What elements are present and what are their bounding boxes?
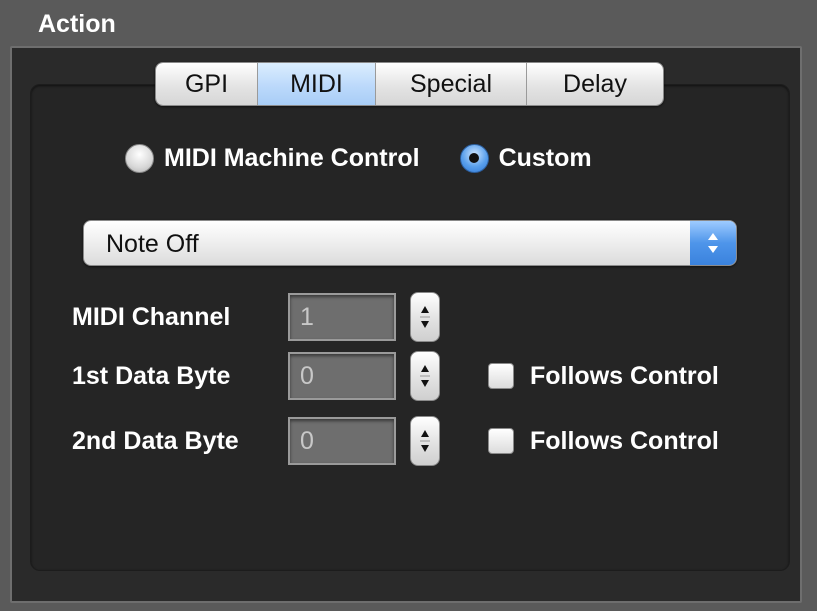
radio-option-custom[interactable]: Custom — [459, 143, 592, 173]
follows-control-2[interactable]: Follows Control — [488, 427, 719, 456]
data-byte-1-field[interactable]: 0 — [288, 352, 396, 400]
radio-label-mmc: MIDI Machine Control — [164, 143, 420, 172]
radio-label-custom: Custom — [498, 143, 592, 172]
up-down-arrows-icon[interactable] — [690, 221, 736, 265]
data-byte-2-row: 2nd Data Byte 0 Follows Control — [72, 415, 719, 467]
stepper-arrows-icon — [420, 365, 430, 387]
stepper-arrows-icon — [420, 430, 430, 452]
follows-control-2-checkbox[interactable] — [488, 428, 514, 454]
stepper-arrows-icon — [420, 306, 430, 328]
data-byte-2-field[interactable]: 0 — [288, 417, 396, 465]
message-type-popup[interactable]: Note Off — [83, 220, 737, 266]
data-byte-2-label: 2nd Data Byte — [72, 426, 239, 455]
follows-control-2-label: Follows Control — [530, 426, 719, 455]
midi-channel-label: MIDI Channel — [72, 302, 231, 331]
midi-channel-row: MIDI Channel 1 — [72, 291, 440, 343]
tab-midi[interactable]: MIDI — [258, 63, 376, 105]
midi-channel-field[interactable]: 1 — [288, 293, 396, 341]
data-byte-1-stepper[interactable] — [410, 351, 440, 401]
tab-special[interactable]: Special — [376, 63, 527, 105]
data-byte-2-stepper[interactable] — [410, 416, 440, 466]
data-byte-1-row: 1st Data Byte 0 Follows Control — [72, 350, 719, 402]
midi-channel-stepper[interactable] — [410, 292, 440, 342]
mode-radio-group: MIDI Machine Control Custom — [125, 140, 592, 176]
radio-selected-dot — [469, 153, 480, 163]
tab-delay[interactable]: Delay — [527, 63, 663, 105]
radio-button-custom[interactable] — [459, 143, 489, 173]
follows-control-1[interactable]: Follows Control — [488, 362, 719, 391]
follows-control-1-checkbox[interactable] — [488, 363, 514, 389]
message-type-value: Note Off — [106, 230, 199, 258]
radio-option-mmc[interactable]: MIDI Machine Control — [125, 143, 420, 173]
panel-title: Action — [38, 10, 116, 38]
data-byte-1-label: 1st Data Byte — [72, 361, 231, 390]
follows-control-1-label: Follows Control — [530, 361, 719, 390]
tab-bar: GPI MIDI Special Delay — [155, 62, 664, 106]
radio-button-mmc[interactable] — [125, 143, 154, 173]
tab-gpi[interactable]: GPI — [156, 63, 258, 105]
